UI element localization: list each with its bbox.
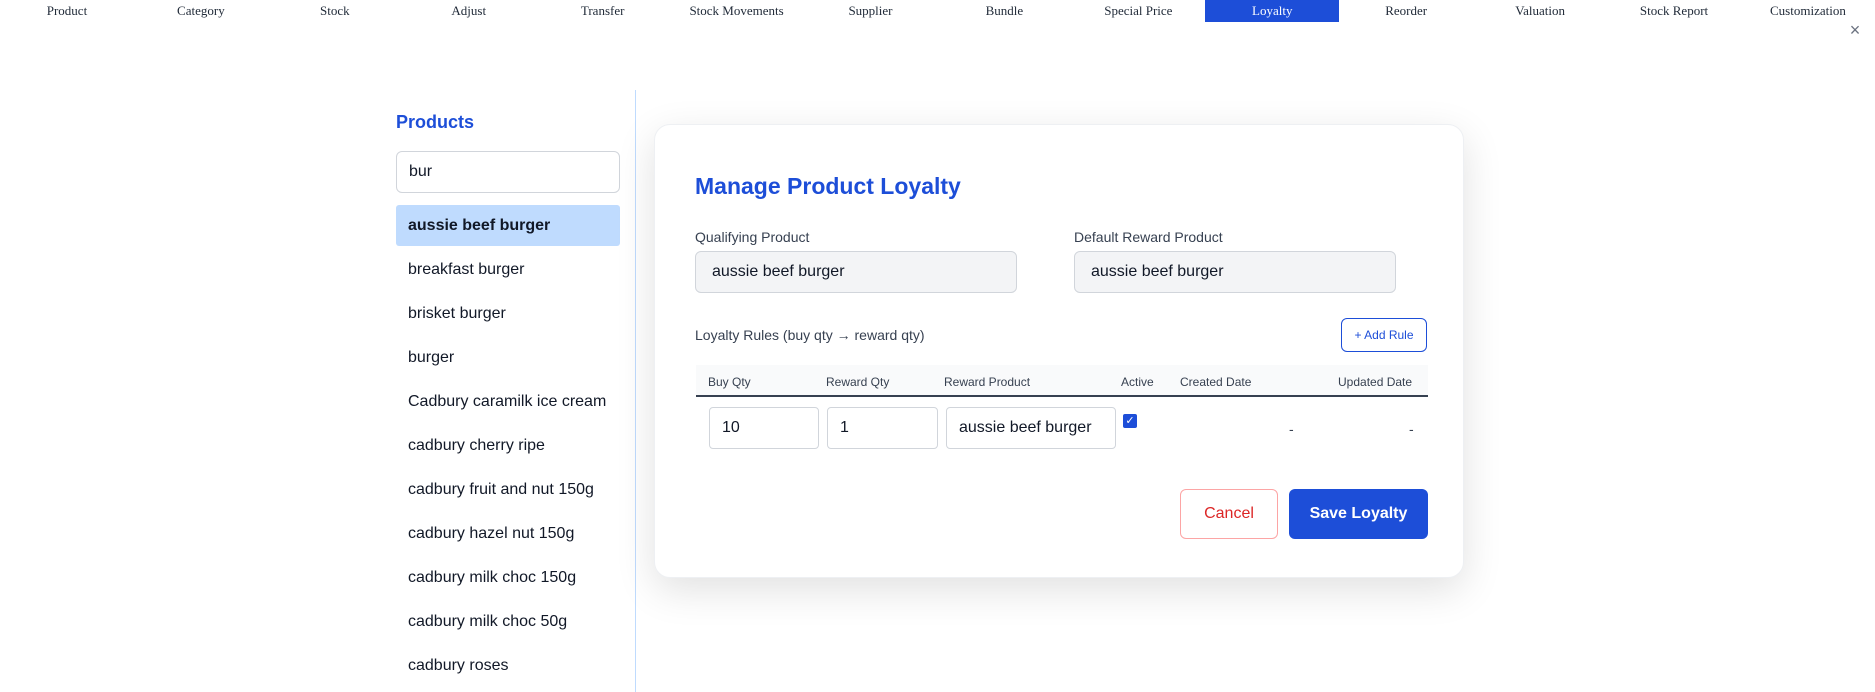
product-list-item[interactable]: burger bbox=[396, 337, 620, 378]
tab-reorder[interactable]: Reorder bbox=[1339, 0, 1473, 22]
tab-special-price[interactable]: Special Price bbox=[1071, 0, 1205, 22]
reward-qty-input[interactable] bbox=[827, 407, 938, 449]
rules-table-header: Buy Qty Reward Qty Reward Product Active… bbox=[696, 365, 1428, 397]
tab-valuation[interactable]: Valuation bbox=[1473, 0, 1607, 22]
product-list-item[interactable]: cadbury roses bbox=[396, 645, 620, 686]
product-list-item[interactable]: cadbury milk choc 150g bbox=[396, 557, 620, 598]
default-reward-label: Default Reward Product bbox=[1074, 229, 1223, 245]
default-reward-field[interactable] bbox=[1074, 251, 1396, 293]
product-list-item[interactable]: brisket burger bbox=[396, 293, 620, 334]
save-loyalty-button[interactable]: Save Loyalty bbox=[1289, 489, 1428, 539]
created-date-value: - bbox=[1289, 421, 1294, 437]
loyalty-card: Manage Product Loyalty Qualifying Produc… bbox=[654, 124, 1464, 578]
product-list-item[interactable]: Cadbury caramilk ice cream bbox=[396, 381, 620, 422]
tab-customization[interactable]: Customization bbox=[1741, 0, 1875, 22]
close-icon[interactable]: × bbox=[1847, 21, 1863, 39]
tab-supplier[interactable]: Supplier bbox=[804, 0, 938, 22]
tab-adjust[interactable]: Adjust bbox=[402, 0, 536, 22]
products-title: Products bbox=[396, 112, 475, 132]
tab-category[interactable]: Category bbox=[134, 0, 268, 22]
add-rule-button[interactable]: + Add Rule bbox=[1341, 318, 1427, 352]
active-checkbox[interactable]: ✓ bbox=[1123, 414, 1137, 428]
reward-product-input[interactable] bbox=[946, 407, 1116, 449]
product-list-item[interactable]: cadbury fruit and nut 150g bbox=[396, 469, 620, 510]
loyalty-rules-label: Loyalty Rules (buy qty → reward qty) bbox=[695, 327, 925, 343]
qualifying-product-field[interactable] bbox=[695, 251, 1017, 293]
tab-stock[interactable]: Stock bbox=[268, 0, 402, 22]
tab-stock-report[interactable]: Stock Report bbox=[1607, 0, 1741, 22]
tab-product[interactable]: Product bbox=[0, 0, 134, 22]
tab-loyalty[interactable]: Loyalty bbox=[1205, 0, 1340, 22]
top-tab-bar: Product Category Stock Adjust Transfer S… bbox=[0, 0, 1875, 22]
product-list-item[interactable]: cadbury cherry ripe bbox=[396, 425, 620, 466]
tab-stock-movements[interactable]: Stock Movements bbox=[670, 0, 804, 22]
updated-date-value: - bbox=[1409, 421, 1414, 437]
column-reward-qty: Reward Qty bbox=[826, 375, 890, 389]
page-title: Manage Product Loyalty bbox=[695, 173, 961, 199]
cancel-button[interactable]: Cancel bbox=[1180, 489, 1278, 539]
column-buy-qty: Buy Qty bbox=[708, 375, 751, 389]
column-updated-date: Updated Date bbox=[1338, 375, 1413, 389]
column-reward-product: Reward Product bbox=[944, 375, 1031, 389]
products-panel: Products aussie beef burger breakfast bu… bbox=[396, 90, 636, 692]
column-active: Active bbox=[1121, 375, 1154, 389]
column-created-date: Created Date bbox=[1180, 375, 1252, 389]
product-list: aussie beef burger breakfast burger bris… bbox=[396, 205, 620, 689]
tab-transfer[interactable]: Transfer bbox=[536, 0, 670, 22]
product-list-item[interactable]: cadbury hazel nut 150g bbox=[396, 513, 620, 554]
product-search-input[interactable] bbox=[396, 151, 620, 193]
product-list-item[interactable]: breakfast burger bbox=[396, 249, 620, 290]
tab-bundle[interactable]: Bundle bbox=[937, 0, 1071, 22]
product-list-item[interactable]: aussie beef burger bbox=[396, 205, 620, 246]
buy-qty-input[interactable] bbox=[709, 407, 819, 449]
qualifying-product-label: Qualifying Product bbox=[695, 229, 810, 245]
product-list-item[interactable]: cadbury milk choc 50g bbox=[396, 601, 620, 642]
